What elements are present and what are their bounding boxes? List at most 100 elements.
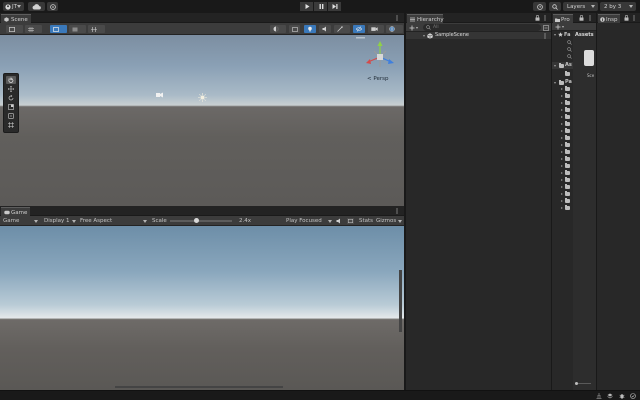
package-folder-row[interactable] — [552, 100, 573, 106]
expand-arrow-icon[interactable] — [561, 157, 563, 160]
filter-icon[interactable] — [543, 24, 549, 31]
orientation-gizmo[interactable] — [362, 40, 398, 74]
expand-arrow-icon[interactable] — [554, 33, 556, 36]
layout-dropdown[interactable]: 2 by 3 — [600, 2, 636, 11]
effects-button[interactable] — [334, 25, 350, 33]
layers-icon[interactable] — [607, 393, 613, 399]
vsync-button[interactable] — [347, 218, 354, 224]
aspect-dropdown[interactable]: Free Aspect — [79, 216, 149, 226]
package-folder-row[interactable] — [552, 128, 573, 134]
scene-visibility-toggle[interactable] — [353, 25, 365, 33]
expand-arrow-icon[interactable] — [561, 129, 563, 132]
grid-snap-button[interactable] — [88, 25, 105, 33]
bug-icon[interactable] — [619, 393, 625, 399]
account-dropdown[interactable]: JT — [3, 2, 24, 11]
lighting-toggle[interactable] — [304, 25, 316, 33]
tab-inspector[interactable]: Insp — [598, 14, 620, 23]
persp-label[interactable]: < Persp — [367, 76, 388, 83]
package-folder-row[interactable] — [552, 205, 573, 211]
search-icon[interactable] — [567, 47, 572, 52]
scale-slider[interactable] — [170, 218, 232, 223]
light-gizmo-icon[interactable] — [198, 93, 207, 102]
view-tool-button[interactable] — [6, 76, 16, 84]
lock-icon[interactable] — [624, 15, 629, 21]
search-icon[interactable] — [567, 40, 572, 45]
expand-arrow-icon[interactable] — [561, 115, 563, 118]
asset-thumbnail[interactable] — [584, 50, 594, 66]
package-folder-row[interactable] — [552, 156, 573, 162]
package-folder-row[interactable] — [552, 93, 573, 99]
kebab-menu-icon[interactable] — [396, 208, 398, 214]
expand-arrow-icon[interactable] — [561, 108, 563, 111]
chevron-down-icon[interactable] — [562, 26, 564, 28]
expand-arrow-icon[interactable] — [561, 136, 563, 139]
tab-game[interactable]: Game — [1, 207, 30, 216]
kebab-menu-icon[interactable] — [589, 15, 591, 21]
collab-button[interactable] — [47, 2, 58, 11]
game-mode-dropdown[interactable]: Game — [0, 216, 40, 226]
scene-viewport[interactable]: < Persp — [0, 35, 404, 206]
package-folder-row[interactable] — [552, 163, 573, 169]
expand-arrow-icon[interactable] — [561, 94, 563, 97]
hierarchy-search-input[interactable]: All — [423, 24, 541, 31]
expand-arrow-icon[interactable] — [561, 143, 563, 146]
rotate-tool-button[interactable] — [6, 94, 16, 102]
lock-icon[interactable] — [535, 15, 540, 21]
horizontal-scrollbar[interactable] — [115, 386, 283, 388]
progress-check-icon[interactable] — [630, 393, 636, 399]
package-folder-row[interactable] — [552, 86, 573, 92]
lock-icon[interactable] — [579, 15, 584, 21]
expand-arrow-icon[interactable] — [561, 87, 563, 90]
chevron-down-icon[interactable] — [416, 26, 418, 29]
kebab-menu-icon[interactable] — [396, 15, 398, 21]
package-folder-row[interactable] — [552, 149, 573, 155]
expand-arrow-icon[interactable] — [561, 150, 563, 153]
vertical-scrollbar[interactable] — [399, 270, 402, 332]
expand-arrow-icon[interactable] — [561, 185, 563, 188]
kebab-menu-icon[interactable] — [633, 15, 635, 21]
camera-button[interactable] — [368, 25, 384, 33]
layers-dropdown[interactable]: Layers — [563, 2, 598, 11]
camera-gizmo-icon[interactable] — [155, 91, 164, 98]
expand-arrow-icon[interactable] — [561, 171, 563, 174]
game-viewport[interactable] — [0, 226, 404, 390]
expand-arrow-icon[interactable] — [561, 178, 563, 181]
search-icon[interactable] — [567, 54, 572, 59]
play-mode-dropdown[interactable]: Play Focused — [285, 216, 333, 226]
folder-icon[interactable] — [565, 71, 570, 76]
expand-arrow-icon[interactable] — [423, 34, 425, 37]
2d-toggle[interactable] — [289, 25, 300, 33]
expand-arrow-icon[interactable] — [561, 192, 563, 195]
rect-tool-button[interactable] — [6, 112, 16, 120]
scale-slider-thumb[interactable] — [193, 218, 199, 223]
package-folder-row[interactable] — [552, 198, 573, 204]
view-options-button[interactable] — [6, 25, 23, 33]
plus-icon[interactable] — [409, 25, 415, 31]
package-folder-row[interactable] — [552, 177, 573, 183]
network-icon[interactable] — [596, 393, 602, 399]
snap-button[interactable] — [69, 25, 86, 33]
transform-tool-button[interactable] — [6, 121, 16, 129]
display-dropdown[interactable]: Display 1 — [43, 216, 78, 226]
package-folder-row[interactable] — [552, 142, 573, 148]
kebab-menu-icon[interactable] — [544, 32, 546, 39]
expand-arrow-icon[interactable] — [561, 206, 563, 209]
expand-arrow-icon[interactable] — [561, 199, 563, 202]
project-tree-packages[interactable]: Pa — [552, 79, 573, 86]
gizmos-button[interactable] — [386, 25, 403, 33]
tab-scene[interactable]: Scene — [1, 14, 31, 23]
audio-toggle[interactable] — [319, 25, 331, 33]
hierarchy-row-samplescene[interactable]: SampleScene — [406, 32, 551, 39]
stats-button[interactable]: Stats — [359, 218, 373, 225]
tab-hierarchy[interactable]: Hierarchy — [407, 14, 444, 23]
package-folder-row[interactable] — [552, 121, 573, 127]
chevron-down-icon[interactable] — [398, 220, 402, 223]
kebab-menu-icon[interactable] — [544, 15, 546, 21]
history-button[interactable] — [533, 2, 546, 11]
plus-icon[interactable] — [555, 24, 561, 30]
package-folder-row[interactable] — [552, 170, 573, 176]
global-handle-button[interactable] — [50, 25, 67, 33]
thumbnail-size-slider[interactable] — [575, 381, 591, 385]
project-tree-assets[interactable]: As — [552, 62, 573, 69]
draw-mode-button[interactable] — [270, 25, 286, 33]
